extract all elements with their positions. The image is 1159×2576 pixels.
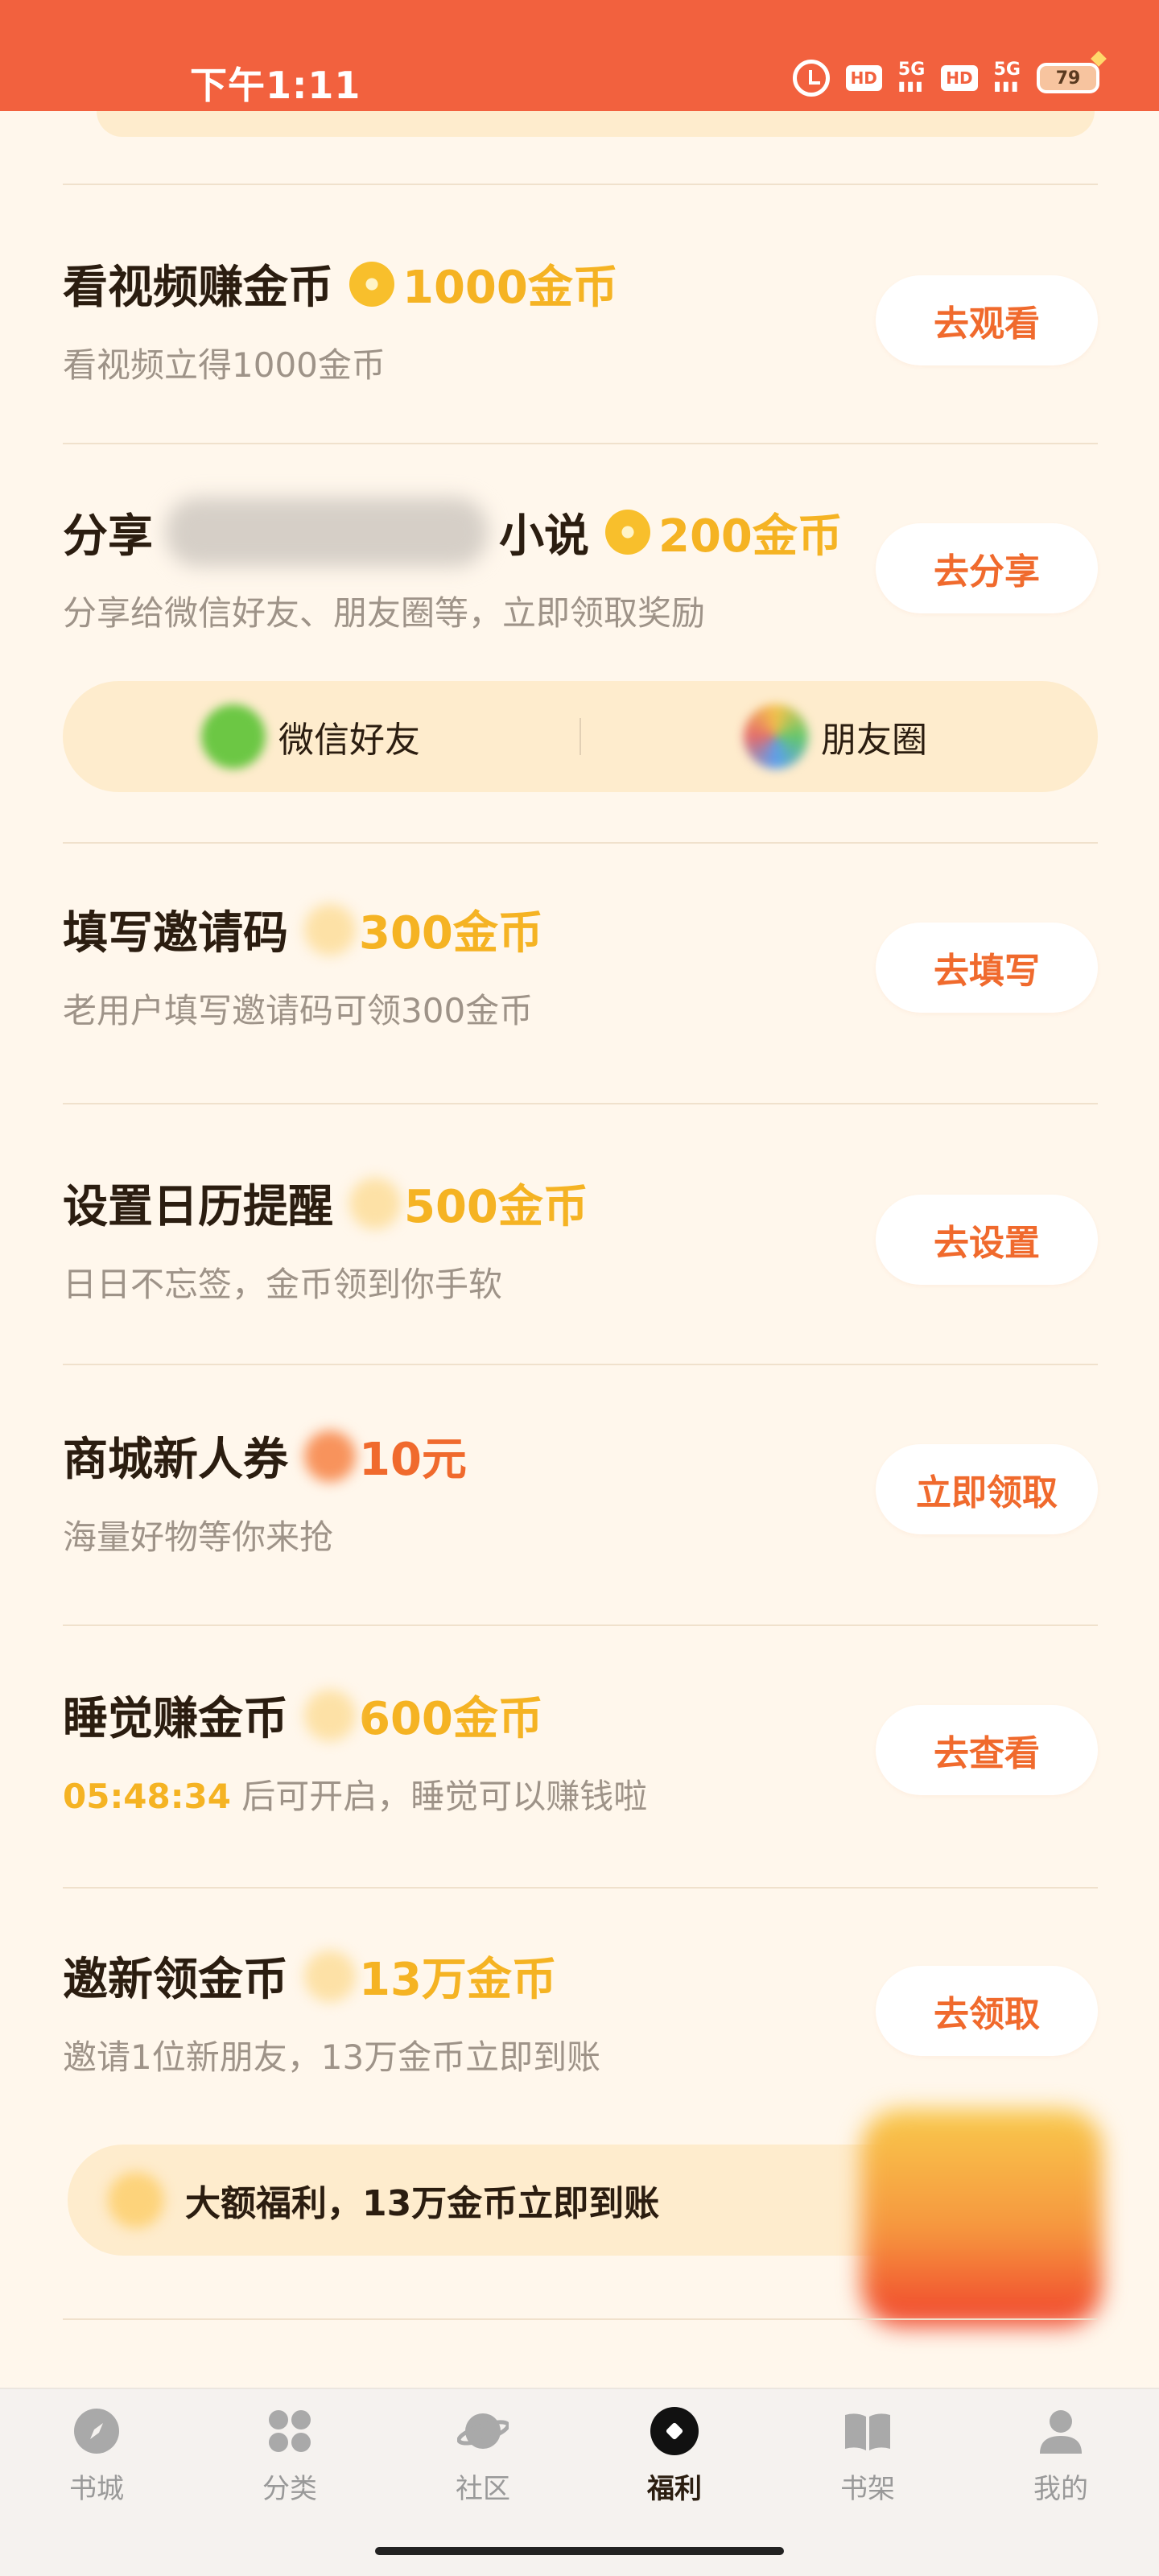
reward: 13万金币 bbox=[304, 1943, 557, 2008]
planet-icon bbox=[456, 2405, 510, 2457]
divider bbox=[63, 184, 1098, 185]
set-calendar-button[interactable]: 去设置 bbox=[876, 1195, 1098, 1285]
divider bbox=[63, 842, 1098, 844]
hd-icon: HD bbox=[845, 65, 882, 91]
coin-icon bbox=[108, 2172, 164, 2228]
task-subtitle: 邀请1位新朋友，13万金币立即到账 bbox=[63, 2037, 601, 2077]
divider bbox=[63, 1103, 1098, 1104]
divider bbox=[63, 443, 1098, 444]
claim-coupon-button[interactable]: 立即领取 bbox=[876, 1444, 1098, 1534]
nav-welfare[interactable]: 福利 bbox=[610, 2405, 739, 2506]
coin-icon bbox=[349, 1177, 401, 1229]
signal-icon-2: 5G ▮▮▮ bbox=[993, 60, 1021, 94]
nav-bookshelf[interactable]: 书架 bbox=[803, 2405, 932, 2506]
task-title-mall-coupon: 商城新人券 10元 bbox=[63, 1423, 467, 1488]
home-indicator[interactable] bbox=[375, 2547, 784, 2555]
share-wechat-option[interactable]: 微信好友 bbox=[201, 681, 420, 792]
reward: 10元 bbox=[304, 1423, 467, 1488]
task-subtitle: 老用户填写邀请码可领300金币 bbox=[63, 991, 534, 1030]
countdown-timer: 05:48:34 bbox=[63, 1777, 231, 1816]
coupon-icon bbox=[304, 1430, 356, 1482]
reward: 200金币 bbox=[605, 500, 843, 565]
nav-label: 社区 bbox=[456, 2473, 510, 2505]
task-title-calendar: 设置日历提醒 500金币 bbox=[63, 1170, 588, 1236]
task-subtitle: 分享给微信好友、朋友圈等，立即领取奖励 bbox=[63, 593, 706, 633]
grid-icon bbox=[264, 2405, 316, 2457]
signal-icon: 5G ▮▮▮ bbox=[897, 60, 926, 94]
status-time: 下午1:11 bbox=[190, 64, 361, 107]
fill-code-button[interactable]: 去填写 bbox=[876, 923, 1098, 1013]
nav-label: 书架 bbox=[840, 2473, 895, 2505]
nav-bookstore[interactable]: 书城 bbox=[32, 2405, 161, 2506]
reward: 600金币 bbox=[304, 1682, 543, 1748]
task-subtitle: 海量好物等你来抢 bbox=[63, 1517, 334, 1557]
nav-category[interactable]: 分类 bbox=[225, 2405, 354, 2506]
separator bbox=[580, 718, 581, 755]
task-title-invite-code: 填写邀请码 300金币 bbox=[63, 897, 543, 962]
nav-profile[interactable]: 我的 bbox=[996, 2405, 1125, 2506]
compass-icon bbox=[71, 2405, 122, 2457]
task-title-invite-new: 邀新领金币 13万金币 bbox=[63, 1943, 557, 2008]
wechat-icon bbox=[201, 704, 266, 769]
divider bbox=[63, 1624, 1098, 1626]
reward: 1000金币 bbox=[349, 251, 618, 316]
divider bbox=[63, 1887, 1098, 1889]
blurred-book-name bbox=[166, 497, 488, 567]
coin-icon bbox=[304, 903, 356, 956]
battery-icon: 79 bbox=[1037, 51, 1107, 93]
task-subtitle: 日日不忘签，金币领到你手软 bbox=[63, 1265, 503, 1304]
reward: 300金币 bbox=[304, 897, 543, 962]
claim-invite-button[interactable]: 去领取 bbox=[876, 1966, 1098, 2056]
watch-video-button[interactable]: 去观看 bbox=[876, 275, 1098, 365]
task-title-share: 分享 小说 200金币 bbox=[63, 497, 843, 567]
previous-card-edge bbox=[97, 111, 1095, 137]
share-options-bar: 微信好友 朋友圈 bbox=[63, 681, 1098, 792]
status-icons: HD 5G ▮▮▮ HD 5G ▮▮▮ 79 bbox=[792, 51, 1107, 97]
share-wechat-label: 微信好友 bbox=[278, 720, 420, 761]
share-button[interactable]: 去分享 bbox=[876, 523, 1098, 613]
share-moments-label: 朋友圈 bbox=[821, 720, 927, 761]
task-title-watch-video: 看视频赚金币 1000金币 bbox=[63, 251, 618, 316]
nav-label: 我的 bbox=[1033, 2473, 1088, 2505]
battery-level: 79 bbox=[1037, 63, 1099, 93]
task-subtitle: 看视频立得1000金币 bbox=[63, 345, 386, 385]
task-title-sleep: 睡觉赚金币 600金币 bbox=[63, 1682, 543, 1748]
bonus-banner[interactable]: 大额福利，13万金币立即到账 bbox=[68, 2145, 993, 2256]
coin-icon bbox=[349, 261, 394, 307]
gift-icon bbox=[649, 2405, 700, 2457]
book-icon bbox=[842, 2405, 893, 2457]
coin-icon bbox=[304, 1950, 356, 2002]
status-bar: 下午1:11 HD 5G ▮▮▮ HD 5G ▮▮▮ 79 bbox=[0, 0, 1159, 111]
reward: 500金币 bbox=[349, 1170, 588, 1236]
nav-community[interactable]: 社区 bbox=[419, 2405, 547, 2506]
moments-icon bbox=[744, 704, 808, 769]
view-sleep-button[interactable]: 去查看 bbox=[876, 1705, 1098, 1795]
task-subtitle: 05:48:34 后可开启，睡觉可以赚钱啦 bbox=[63, 1777, 648, 1816]
divider bbox=[63, 2318, 1098, 2320]
coin-icon bbox=[304, 1689, 356, 1741]
nav-label: 书城 bbox=[69, 2473, 124, 2505]
divider bbox=[63, 1364, 1098, 1365]
user-icon bbox=[1035, 2405, 1087, 2457]
gift-box-icon[interactable] bbox=[861, 2109, 1103, 2326]
coin-icon bbox=[605, 510, 650, 555]
hd-icon-2: HD bbox=[941, 65, 978, 91]
nav-label: 分类 bbox=[262, 2473, 317, 2505]
alarm-icon bbox=[792, 60, 830, 97]
nav-label: 福利 bbox=[647, 2473, 702, 2505]
share-moments-option[interactable]: 朋友圈 bbox=[744, 681, 927, 792]
bonus-banner-text: 大额福利，13万金币立即到账 bbox=[185, 2183, 660, 2224]
